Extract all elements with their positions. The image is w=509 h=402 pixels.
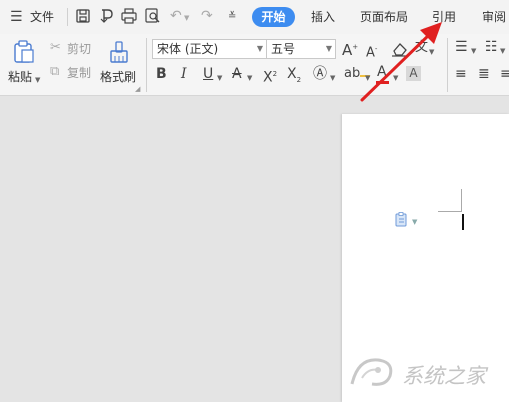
strikethrough-dropdown-icon[interactable]: ▼ [247,70,252,86]
margin-corner-mark [438,211,462,212]
clipboard-icon [395,212,407,227]
subscript-icon[interactable]: X2 [287,66,301,88]
italic-button[interactable]: I [181,66,187,82]
text-effect-icon[interactable]: Ⓐ [313,66,327,82]
font-name-dropdown-icon: ▼ [256,44,263,53]
file-menu-label: 文件 [30,10,55,24]
redo-icon[interactable]: ↷ [201,8,213,24]
paste-dropdown-icon[interactable]: ▼ [35,72,40,88]
cut-button[interactable]: ✂ 剪切 [50,40,96,57]
font-name-select[interactable]: 宋体 (正文) ▼ [152,39,267,59]
paste-icon [14,40,34,63]
align-left-icon[interactable]: ≡ [455,66,467,82]
bullet-list-dropdown-icon[interactable]: ▼ [471,43,476,59]
format-painter-button[interactable]: 格式刷 [98,38,140,88]
print-icon[interactable] [121,8,137,24]
numbered-list-icon[interactable]: ☷ [485,39,498,55]
watermark-logo-icon [350,358,393,386]
paste-options-button[interactable]: ▼ [395,212,423,228]
copy-button[interactable]: ⧉ 复制 [50,64,96,81]
text-effect-dropdown-icon[interactable]: ▼ [330,70,335,86]
scissors-icon: ✂ [50,40,61,55]
quick-access-dropdown-icon[interactable]: ≚ [228,9,236,25]
align-center-icon[interactable]: ≣ [478,66,490,82]
align-right-icon[interactable]: ≡ [500,66,509,82]
undo-dropdown-icon[interactable]: ▼ [184,10,189,26]
bullet-list-icon[interactable]: ☰ [455,39,468,55]
font-size-dropdown-icon: ▼ [325,44,332,53]
font-size-select[interactable]: 五号 ▼ [266,39,336,59]
tab-review[interactable]: 审阅 [482,9,506,25]
font-size-value: 五号 [271,42,296,56]
cut-label: 剪切 [67,42,92,56]
tab-insert[interactable]: 插入 [311,9,335,25]
numbered-list-dropdown-icon[interactable]: ▼ [500,43,505,59]
annotation-arrow-icon [360,22,442,102]
superscript-icon[interactable]: X2 [263,66,277,86]
font-name-value: 宋体 (正文) [157,42,219,56]
copy-icon: ⧉ [50,64,60,79]
format-painter-label: 格式刷 [100,70,137,84]
file-menu[interactable]: ☰ 文件 [10,9,60,25]
underline-dropdown-icon[interactable]: ▼ [217,70,222,86]
watermark: 系统之家 [348,352,506,392]
paste-button[interactable]: 粘贴 ▼ [6,38,44,88]
tab-home[interactable]: 开始 [252,7,295,27]
watermark-text: 系统之家 [402,364,486,388]
clipboard-dialog-launcher-icon[interactable]: ◢ [135,81,140,97]
margin-corner-mark [461,189,462,212]
paste-options-dropdown-icon: ▼ [412,218,418,226]
undo-icon[interactable]: ↶ [170,8,182,24]
hamburger-icon: ☰ [10,9,23,25]
copy-label: 复制 [67,66,92,80]
export-pdf-icon[interactable] [99,8,113,24]
paste-label: 粘贴 [8,70,33,84]
format-painter-icon [110,41,128,63]
save-icon[interactable] [76,9,90,23]
text-cursor [462,214,464,230]
bold-button[interactable]: B [156,66,167,82]
underline-button[interactable]: U [203,66,213,82]
print-preview-icon[interactable] [145,8,161,24]
strikethrough-icon[interactable]: A [232,66,242,82]
